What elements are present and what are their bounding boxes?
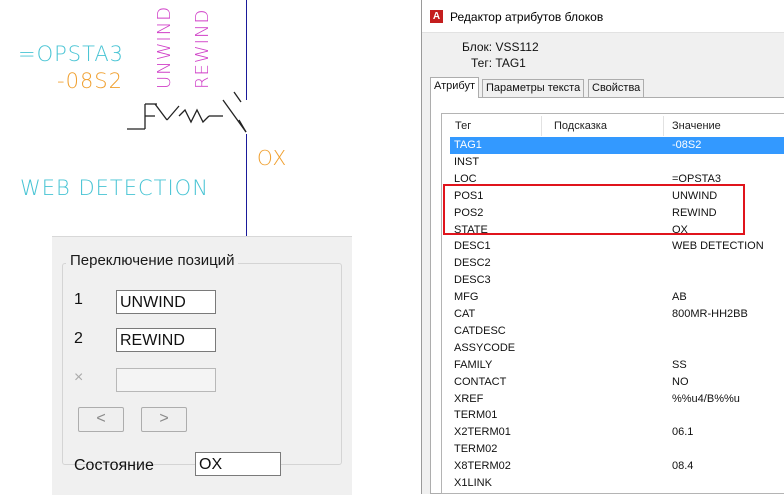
position-2-input[interactable]: REWIND [116, 328, 216, 352]
position-3-label: × [74, 369, 84, 386]
attribute-value-cell: AB [672, 291, 687, 304]
previous-position-button[interactable]: < [78, 407, 124, 432]
position-1-label: 1 [74, 291, 83, 308]
pos1-attribute-text: UNWIND [154, 5, 175, 89]
tab-properties[interactable]: Свойства [588, 79, 645, 97]
attribute-row[interactable]: CAT 800MR-HH2BB [450, 306, 784, 323]
state-attribute-text: OX [257, 146, 288, 170]
column-separator [663, 116, 664, 136]
block-name-label: Блок: VSS112 [462, 40, 539, 54]
attribute-row[interactable]: TAG1 -08S2 [450, 137, 784, 154]
attribute-value-cell: %%u4/B%%u [672, 392, 740, 405]
position-3-input[interactable] [116, 368, 216, 392]
attribute-tag-cell: TERM01 [454, 409, 498, 422]
dialog-title: Редактор атрибутов блоков [450, 10, 604, 24]
attribute-row[interactable]: X1LINK [450, 475, 784, 492]
attribute-tag-cell: FAMILY [454, 358, 493, 371]
next-position-button[interactable]: > [141, 407, 187, 432]
attribute-row[interactable]: XREF %%u4/B%%u [450, 391, 784, 408]
attribute-value-cell: WEB DETECTION [672, 240, 764, 253]
attribute-row[interactable]: DESC1 WEB DETECTION [450, 238, 784, 255]
selector-switch-symbol [127, 91, 247, 133]
attribute-row[interactable]: CATDESC [450, 323, 784, 340]
state-input[interactable]: OX [195, 452, 281, 476]
loc-attribute-text: =OPSTA3 [18, 42, 125, 66]
attribute-tag-cell: DESC1 [454, 240, 491, 253]
state-label: Состояние [74, 457, 154, 474]
attribute-value-cell: =OPSTA3 [672, 172, 722, 185]
column-header-prompt[interactable]: Подсказка [554, 120, 607, 132]
tab-text-options[interactable]: Параметры текста [482, 79, 585, 97]
column-separator [541, 116, 542, 136]
attribute-row[interactable]: X2TERM01 06.1 [450, 424, 784, 441]
description-attribute-text: WEB DETECTION [20, 176, 209, 200]
attribute-value-cell: 06.1 [672, 426, 694, 439]
attribute-tag-cell: X8TERM02 [454, 460, 511, 473]
attribute-tag-cell: XREF [454, 392, 484, 405]
attribute-row[interactable]: DESC3 [450, 272, 784, 289]
attribute-list[interactable]: Тег Подсказка Значение TAG1 -08S2 INST LOC =… [441, 113, 784, 494]
position-2-label: 2 [74, 330, 83, 347]
position-1-input[interactable]: UNWIND [116, 290, 216, 314]
attribute-tag-cell: ASSYCODE [454, 341, 516, 354]
highlight-box [443, 184, 745, 235]
autocad-app-icon: A [430, 10, 443, 23]
attribute-tag-cell: DESC3 [454, 274, 491, 287]
attribute-row[interactable]: INST [450, 154, 784, 171]
attribute-row[interactable]: DESC2 [450, 255, 784, 272]
attribute-value-cell: 08.4 [672, 460, 694, 473]
attribute-row[interactable]: X8TERM02 08.4 [450, 458, 784, 475]
tag-name-label: Тег: TAG1 [471, 56, 526, 70]
attribute-row[interactable]: CONTACT NO [450, 374, 784, 391]
block-attribute-editor-dialog: A Редактор атрибутов блоков Блок: VSS112… [421, 0, 784, 494]
attribute-tag-cell: CAT [454, 308, 476, 320]
attribute-row[interactable]: MFG AB [450, 289, 784, 306]
attribute-tag-cell: INST [454, 155, 480, 168]
pos2-attribute-text: REWIND [192, 8, 213, 89]
attribute-value-cell: SS [672, 358, 687, 371]
attribute-tag-cell: TERM02 [454, 443, 498, 456]
attribute-tag-cell: LOC [454, 172, 477, 185]
attribute-tag-cell: DESC2 [454, 257, 491, 270]
attribute-tag-cell: X1LINK [454, 477, 492, 489]
column-header-tag[interactable]: Тег [455, 120, 471, 132]
positions-group-title: Переключение позиций [66, 252, 239, 269]
tag-attribute-text: -08S2 [57, 69, 123, 93]
wire-line [246, 0, 247, 100]
dialog-titlebar[interactable]: A Редактор атрибутов блоков [422, 0, 784, 33]
attribute-tag-cell: TAG1 [454, 139, 482, 151]
attribute-value-cell: NO [672, 375, 689, 388]
attribute-row[interactable]: ASSYCODE [450, 340, 784, 357]
attribute-row[interactable]: FAMILY SS [450, 357, 784, 374]
cad-drawing-area: =OPSTA3 -08S2 UNWIND REWIND OX WEB DETEC… [0, 0, 421, 236]
attribute-tag-cell: MFG [454, 291, 479, 304]
attribute-row[interactable]: TERM02 [450, 441, 784, 458]
tab-attribute[interactable]: Атрибут [430, 77, 479, 98]
attribute-value-cell: 800MR-HH2BB [672, 308, 748, 320]
attribute-tag-cell: X2TERM01 [454, 426, 511, 439]
attribute-tag-cell: CONTACT [454, 375, 507, 388]
wire-line [246, 134, 247, 236]
column-header-value[interactable]: Значение [672, 120, 721, 132]
attribute-value-cell: -08S2 [672, 139, 702, 151]
attribute-tag-cell: CATDESC [454, 324, 506, 337]
attribute-row[interactable]: TERM01 [450, 407, 784, 424]
